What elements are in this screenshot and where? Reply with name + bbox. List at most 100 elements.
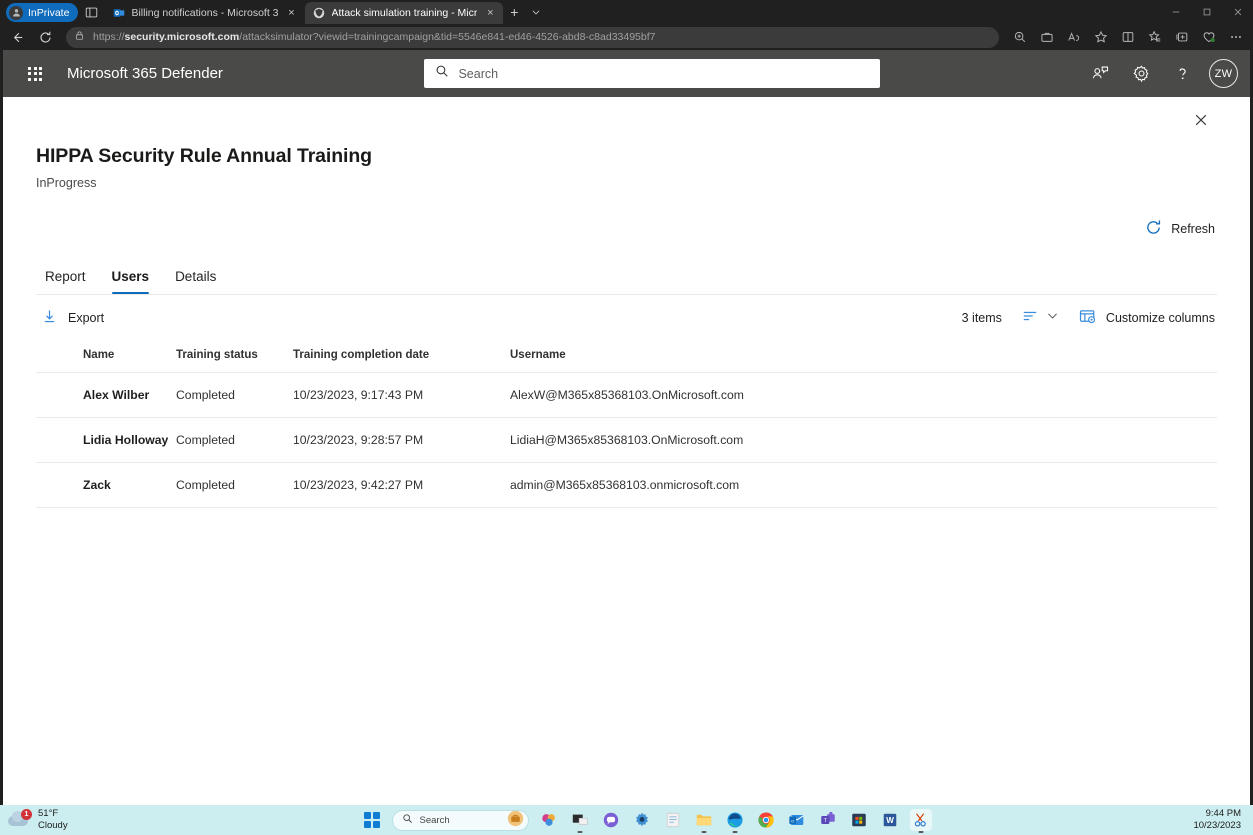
zoom-icon[interactable] (1007, 26, 1033, 48)
cell-date: 10/23/2023, 9:28:57 PM (293, 417, 510, 463)
users-table-body: Alex Wilber Completed 10/23/2023, 9:17:4… (36, 372, 1217, 508)
windows-taskbar: 1 51°F Cloudy Search O T W 9:44 PM 10/23… (0, 805, 1253, 835)
refresh-button[interactable]: Refresh (1143, 215, 1217, 243)
refresh-icon (1145, 219, 1162, 239)
inprivate-label: InPrivate (28, 6, 70, 19)
tab-details[interactable]: Details (166, 262, 225, 294)
search-input[interactable] (458, 66, 870, 81)
table-row[interactable]: Lidia Holloway Completed 10/23/2023, 9:2… (36, 417, 1217, 463)
window-minimize-button[interactable] (1160, 0, 1191, 24)
briefcase-icon[interactable] (1034, 26, 1060, 48)
inprivate-indicator[interactable]: InPrivate (6, 3, 79, 22)
chrome-icon[interactable] (755, 809, 777, 831)
weather-temperature: 51°F (38, 808, 59, 820)
edge-icon[interactable] (724, 809, 746, 833)
tab-report[interactable]: Report (36, 262, 95, 294)
file-explorer-icon[interactable] (693, 809, 715, 833)
browser-tab-1[interactable]: Billing notifications - Microsoft 3 × (104, 2, 304, 24)
split-screen-icon[interactable] (1115, 26, 1141, 48)
snipping-tool-icon[interactable] (909, 809, 932, 833)
cell-name: Alex Wilber (36, 372, 176, 418)
browser-tabstrip: InPrivate Billing notifications - Micros… (0, 0, 1253, 24)
refresh-row: Refresh (36, 215, 1217, 243)
window-close-button[interactable] (1222, 0, 1253, 24)
browser-essentials-icon[interactable] (1196, 26, 1222, 48)
settings-icon[interactable] (631, 809, 653, 831)
column-header-completion-date[interactable]: Training completion date (293, 341, 510, 373)
table-row[interactable]: Alex Wilber Completed 10/23/2023, 9:17:4… (36, 372, 1217, 418)
column-header-training-status[interactable]: Training status (176, 341, 293, 373)
tab-users[interactable]: Users (103, 262, 159, 294)
refresh-label: Refresh (1171, 222, 1215, 236)
teams-chat-icon[interactable] (600, 809, 622, 831)
export-label: Export (68, 311, 105, 325)
page-title: HIPPA Security Rule Annual Training (36, 145, 372, 167)
back-button[interactable] (4, 26, 30, 48)
new-tab-button[interactable]: + (503, 1, 525, 23)
window-maximize-button[interactable] (1191, 0, 1222, 24)
settings-more-icon[interactable] (1223, 26, 1249, 48)
export-button[interactable]: Export (36, 304, 110, 332)
microsoft-store-icon[interactable] (848, 809, 870, 831)
start-button[interactable] (362, 810, 383, 831)
taskbar-clock[interactable]: 9:44 PM 10/23/2023 (1123, 808, 1253, 832)
gear-icon[interactable] (1123, 55, 1159, 93)
briefcase-icon[interactable] (507, 810, 524, 830)
weather-text: 51°F Cloudy (38, 808, 68, 831)
cell-status: Completed (176, 462, 293, 508)
download-icon (42, 309, 57, 327)
table-header-row: Name Training status Training completion… (36, 341, 1217, 373)
help-icon[interactable] (1164, 55, 1200, 93)
copilot-icon[interactable] (538, 809, 560, 831)
browser-toolbar-actions (1007, 26, 1249, 48)
brand-title: Microsoft 365 Defender (67, 65, 223, 82)
panel-close-button[interactable] (1185, 104, 1217, 136)
cell-status: Completed (176, 417, 293, 463)
page-content: Microsoft 365 Defender Search ZW HIPPA S… (0, 50, 1253, 805)
column-header-name[interactable]: Name (36, 341, 176, 373)
clock-time: 9:44 PM (1205, 808, 1241, 820)
favorite-star-icon[interactable] (1088, 26, 1114, 48)
browser-tab-2-title: Attack simulation training - Micr (331, 7, 478, 19)
taskbar-search[interactable]: Search (391, 809, 529, 831)
browser-tab-1-close-icon[interactable]: × (285, 6, 299, 20)
column-header-username[interactable]: Username (510, 341, 1217, 373)
training-campaign-panel: HIPPA Security Rule Annual Training InPr… (3, 97, 1250, 508)
tab-list-button[interactable] (78, 1, 104, 23)
url-path: /attacksimulator?viewid=trainingcampaign… (239, 31, 656, 43)
customize-columns-button[interactable]: Customize columns (1077, 304, 1217, 332)
svg-text:O: O (791, 818, 794, 823)
app-launcher-icon[interactable] (15, 54, 55, 94)
person-chat-icon[interactable] (1082, 55, 1118, 93)
outlook-new-icon[interactable]: O (786, 809, 808, 831)
cell-username: LidiaH@M365x85368103.OnMicrosoft.com (510, 417, 1217, 463)
read-aloud-icon[interactable] (1061, 26, 1087, 48)
panel-tabs: Report Users Details (36, 262, 1217, 294)
tab-actions-menu-icon[interactable] (525, 1, 547, 23)
global-search-box[interactable] (424, 59, 881, 88)
command-bar-right: 3 items Customize columns (962, 304, 1217, 333)
global-search-container (223, 59, 1082, 88)
notepad-icon[interactable] (662, 809, 684, 831)
url-host: security.microsoft.com (124, 31, 240, 43)
table-row[interactable]: Zack Completed 10/23/2023, 9:42:27 PM ad… (36, 462, 1217, 508)
task-view-icon[interactable] (569, 809, 591, 833)
favorites-icon[interactable] (1142, 26, 1168, 48)
teams-new-icon[interactable]: T (817, 809, 839, 831)
address-bar[interactable]: https://security.microsoft.com/attacksim… (66, 26, 999, 48)
browser-tab-2[interactable]: Attack simulation training - Micr × (304, 2, 504, 24)
campaign-status: InProgress (36, 176, 97, 190)
search-icon (435, 64, 449, 83)
customize-columns-label: Customize columns (1105, 311, 1215, 325)
word-icon[interactable]: W (879, 809, 901, 831)
taskbar-center: Search O T W (170, 809, 1123, 833)
cell-name: Lidia Holloway (36, 417, 176, 463)
collections-icon[interactable] (1169, 26, 1195, 48)
reload-button[interactable] (32, 26, 58, 48)
weather-widget[interactable]: 1 51°F Cloudy (0, 808, 170, 831)
cloud-icon: 1 (8, 809, 32, 830)
sort-filter-button[interactable] (1018, 304, 1063, 333)
user-avatar[interactable]: ZW (1209, 59, 1238, 88)
browser-tab-2-close-icon[interactable]: × (483, 6, 497, 20)
command-bar-left: Export (36, 304, 110, 332)
